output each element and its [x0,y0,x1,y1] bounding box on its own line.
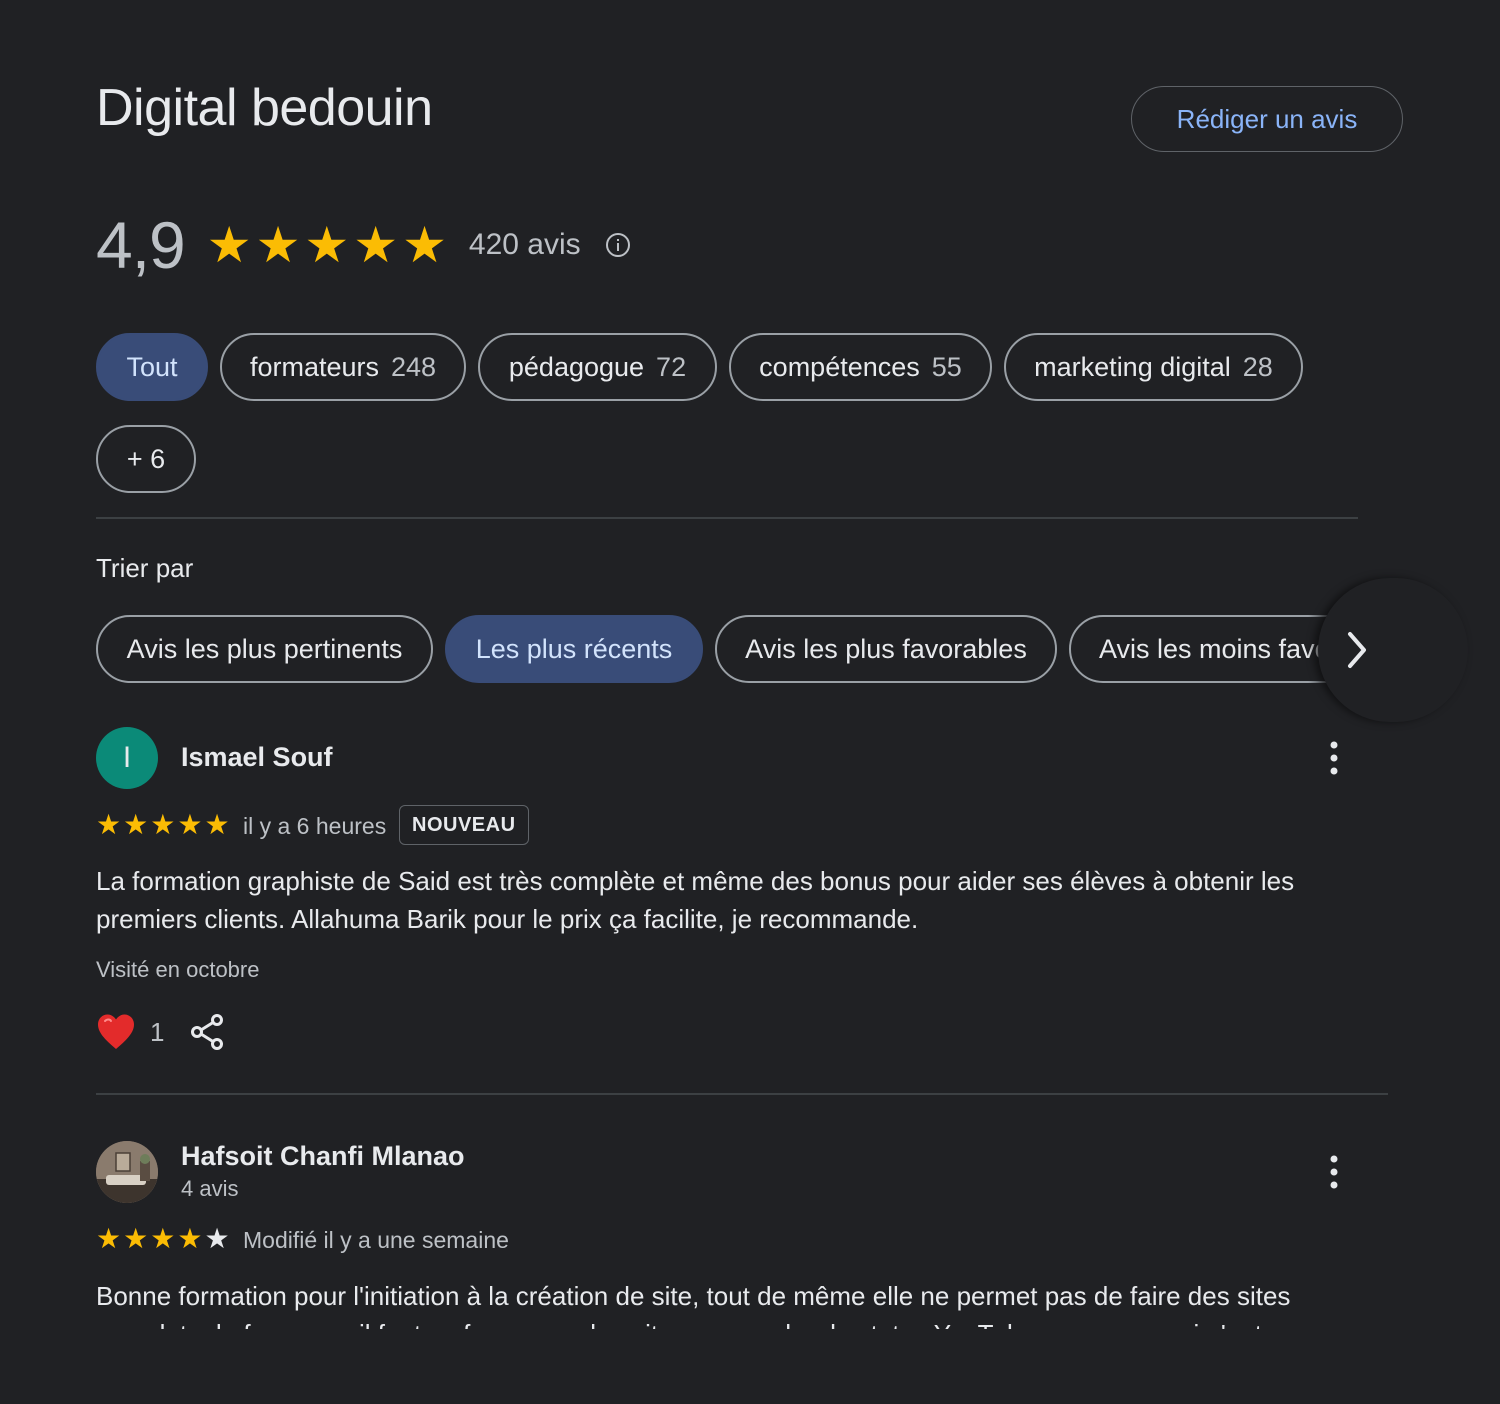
chevron-right-icon [1348,632,1366,668]
topic-label: pédagogue [508,351,645,382]
review-time: il y a 6 heures [243,813,387,839]
sort-label-text: Les plus récents [475,633,673,664]
info-icon[interactable] [605,232,631,258]
star-icon: ★ [353,217,399,273]
heart-icon[interactable] [96,1013,136,1051]
review-text-container: Bonne formation pour l'initiation à la c… [96,1277,1356,1329]
sort-label-text: Avis les plus pertinents [126,633,403,664]
sort-chip-highest[interactable]: Avis les plus favorables [715,615,1057,683]
rating-summary: 4,9 ★ ★ ★ ★ ★ 420 avis [96,205,631,285]
avatar[interactable] [96,1141,158,1203]
sort-options: Avis les plus pertinents Les plus récent… [96,615,1388,685]
star-icon: ★ [402,217,447,273]
star-icon: ★ [123,1223,149,1254]
topic-count: 248 [390,351,437,382]
divider [96,1093,1388,1095]
topic-count: 28 [1242,351,1273,382]
star-icon: ★ [177,809,203,840]
star-icon: ★ [304,217,350,273]
reviewer-name[interactable]: Ismael Souf [181,742,333,773]
topic-label: marketing digital [1034,351,1231,382]
star-icon: ★ [96,1223,122,1254]
topic-chip-tout[interactable]: Tout [96,333,208,401]
star-icon: ★ [206,217,252,273]
write-review-button[interactable]: Rédiger un avis [1131,86,1403,152]
review-text: Bonne formation pour l'initiation à la c… [96,1281,1311,1329]
new-badge: NOUVEAU [399,805,529,845]
average-rating: 4,9 [96,208,186,282]
topic-chip-competences[interactable]: compétences 55 [729,333,992,401]
topic-chip-marketing-digital[interactable]: marketing digital 28 [1004,333,1303,401]
topic-count: 72 [656,351,687,382]
like-count: 1 [150,1016,165,1047]
page-title: Digital bedouin [96,79,433,137]
star-icon: ★ [150,1223,176,1254]
review-stars: ★ ★ ★ ★ ★ [96,811,230,839]
reviewer-name[interactable]: Hafsoit Chanfi Mlanao [181,1141,465,1172]
star-icon: ★ [177,1223,203,1254]
star-icon: ★ [204,809,230,840]
review-actions: 1 [96,1010,224,1054]
review-count: 420 avis [468,228,581,261]
star-empty-icon: ★ [204,1223,230,1254]
topic-label: formateurs [249,351,379,382]
rating-stars: ★ ★ ★ ★ ★ [207,220,447,270]
topic-chip-pedagogue[interactable]: pédagogue 72 [478,333,717,401]
sort-label-text: Avis les plus favorables [745,633,1027,664]
more-options-icon[interactable] [1318,1152,1350,1192]
topic-label: + 6 [126,443,166,474]
topic-label: compétences [759,351,920,382]
scroll-next-button[interactable] [1318,578,1468,722]
topic-label: Tout [126,351,178,382]
sort-chip-relevant[interactable]: Avis les plus pertinents [96,615,433,683]
star-icon: ★ [150,809,176,840]
topic-chip-formateurs[interactable]: formateurs 248 [220,333,466,401]
topic-count: 55 [931,351,962,382]
review-text: La formation graphiste de Said est très … [96,866,1295,934]
review-time: Modifié il y a une semaine [243,1227,509,1253]
star-icon: ★ [255,217,301,273]
visit-date: Visité en octobre [96,957,260,982]
reviewer-review-count: 4 avis [181,1176,239,1201]
sort-chip-newest[interactable]: Les plus récents [445,615,703,683]
star-icon: ★ [96,809,122,840]
divider [96,517,1358,519]
review-stars: ★ ★ ★ ★ ★ [96,1225,230,1253]
sort-label: Trier par [96,553,194,583]
topic-chip-more[interactable]: + 6 [96,425,196,493]
share-icon[interactable] [190,1014,224,1050]
star-icon: ★ [123,809,149,840]
avatar[interactable]: I [96,727,158,789]
more-options-icon[interactable] [1318,738,1350,778]
